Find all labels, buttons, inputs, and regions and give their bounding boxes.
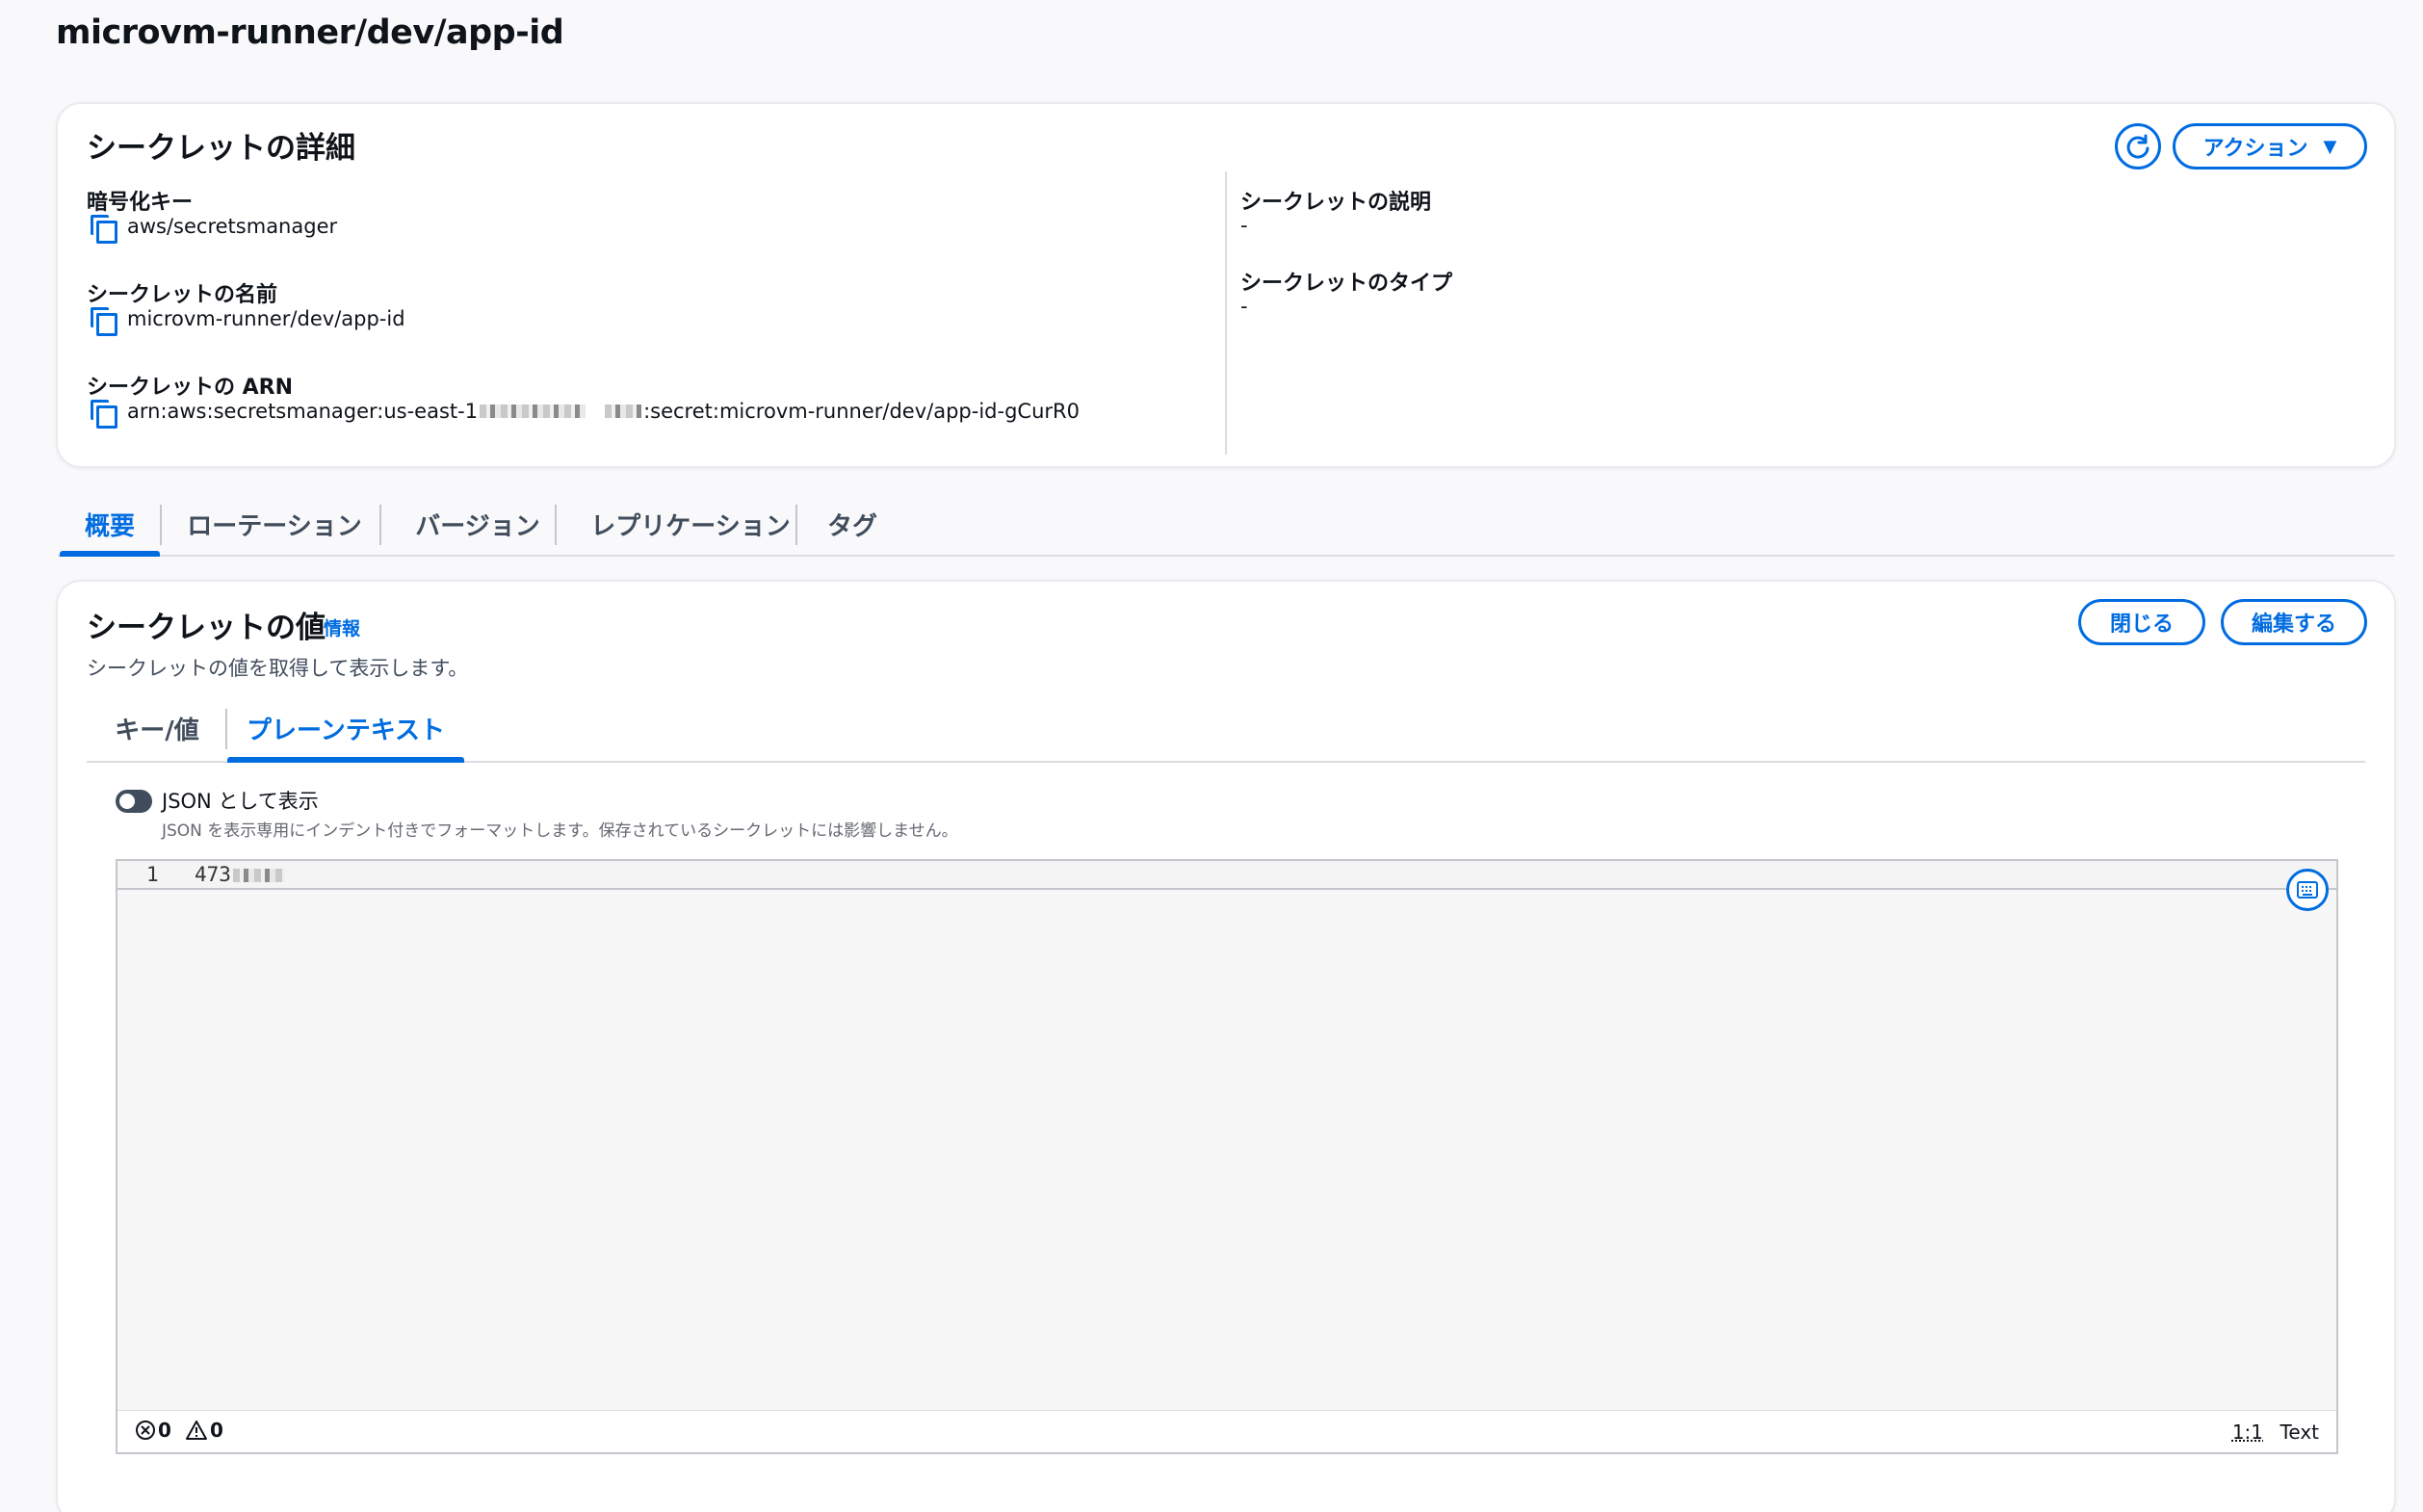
json-view-toggle[interactable] [116, 790, 152, 813]
redacted-account-id [480, 404, 586, 418]
actions-dropdown-button[interactable]: アクション ▼ [2173, 123, 2367, 169]
refresh-button[interactable] [2115, 123, 2161, 169]
keyboard-icon[interactable] [2286, 869, 2329, 911]
tab-replication[interactable]: レプリケーション [568, 493, 813, 555]
tab-plaintext[interactable]: プレーンテキスト [227, 695, 464, 763]
page-title: microvm-runner/dev/app-id [56, 13, 564, 52]
tab-key-value[interactable]: キー/値 [87, 695, 227, 761]
redacted-account-id [605, 404, 642, 418]
actions-label: アクション [2202, 137, 2308, 161]
edit-button[interactable]: 編集する [2221, 599, 2367, 645]
tab-divider [160, 505, 162, 545]
tab-divider [795, 505, 797, 545]
cursor-position[interactable]: 1:1 [2232, 1421, 2263, 1444]
json-toggle-help: JSON を表示専用にインデント付きでフォーマットします。保存されているシークレ… [162, 821, 958, 841]
secret-tabs: 概要 ローテーション バージョン レプリケーション タグ [58, 493, 2394, 557]
secret-value-description: シークレットの値を取得して表示します。 [87, 657, 469, 680]
error-count[interactable]: 0 [135, 1419, 171, 1442]
secret-description-value: - [1240, 214, 1248, 237]
secret-name-label: シークレットの名前 [87, 283, 278, 307]
tab-divider [379, 505, 381, 545]
tab-rotation[interactable]: ローテーション [171, 493, 378, 555]
editor-status-bar: 0 0 1:1 Text [117, 1410, 2336, 1452]
language-mode[interactable]: Text [2280, 1421, 2319, 1444]
tab-versions[interactable]: バージョン [393, 493, 562, 555]
copy-icon[interactable] [89, 306, 117, 336]
warning-count[interactable]: 0 [185, 1419, 223, 1442]
error-icon [136, 1421, 155, 1440]
encryption-key-label: 暗号化キー [87, 191, 194, 215]
secret-type-label: シークレットのタイプ [1240, 272, 1453, 296]
secret-type-value: - [1240, 295, 1248, 318]
secret-description-label: シークレットの説明 [1240, 191, 1432, 215]
secret-value-title: シークレットの値 [87, 611, 326, 645]
tab-divider [555, 505, 557, 545]
copy-icon[interactable] [89, 399, 117, 429]
secret-plaintext-value: 473 [195, 863, 287, 886]
redacted-value [232, 869, 285, 882]
secret-details-title: シークレットの詳細 [87, 131, 355, 166]
secret-arn-value: arn:aws:secretsmanager:us-east-1 :secret… [89, 399, 1080, 429]
close-button[interactable]: 閉じる [2078, 599, 2205, 645]
column-divider [1225, 171, 1227, 455]
value-view-tabs: キー/値 プレーンテキスト [87, 695, 2365, 763]
tab-overview[interactable]: 概要 [60, 493, 160, 557]
secret-name-value: microvm-runner/dev/app-id [89, 306, 405, 336]
tab-tags[interactable]: タグ [813, 493, 892, 555]
secret-value-panel: シークレットの値 情報 シークレットの値を取得して表示します。 閉じる 編集する… [56, 580, 2396, 1512]
caret-down-icon: ▼ [2323, 136, 2337, 157]
info-link[interactable]: 情報 [324, 614, 360, 640]
secret-arn-label: シークレットの ARN [87, 376, 294, 400]
editor-line: 1 473 [117, 861, 2336, 890]
secret-value-editor[interactable]: 1 473 0 0 1:1 Text [116, 859, 2338, 1454]
encryption-key-value: aws/secretsmanager [89, 214, 337, 244]
warning-icon [186, 1421, 207, 1440]
line-number: 1 [146, 863, 159, 886]
copy-icon[interactable] [89, 214, 117, 244]
refresh-icon [2126, 134, 2149, 159]
secret-details-panel: シークレットの詳細 アクション ▼ 暗号化キー aws/secretsmanag… [56, 102, 2396, 468]
json-toggle-label: JSON として表示 [162, 790, 319, 813]
